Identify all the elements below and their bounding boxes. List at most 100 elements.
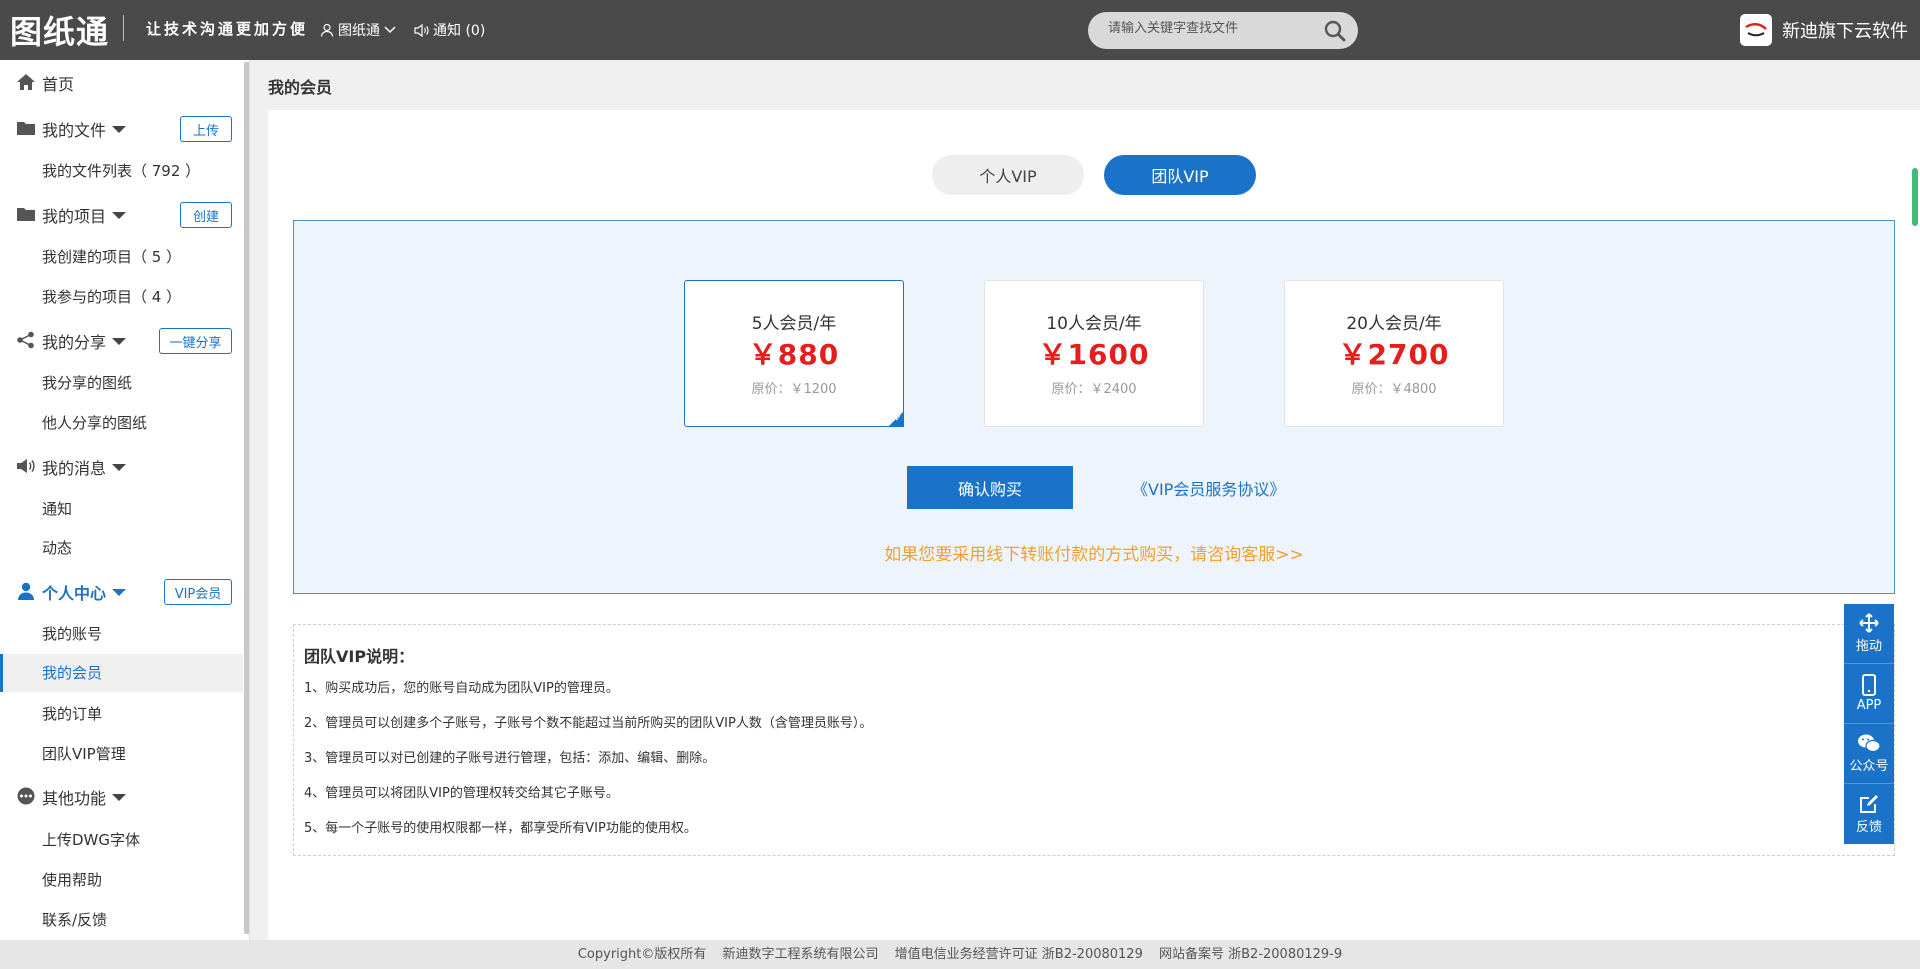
note-item: 4、管理员可以将团队VIP的管理权转交给其它子账号。 [304, 786, 619, 801]
floating-toolbar: 拖动 APP 公众号 反馈 [1844, 604, 1894, 844]
speaker-icon [17, 459, 35, 473]
plan-original-price: 原价：￥2400 [1051, 382, 1137, 397]
checkmark-icon: ✓ [894, 414, 902, 424]
caret-down-icon [112, 464, 126, 471]
plan-name: 10人会员/年 [1046, 314, 1142, 334]
search-input[interactable] [1108, 21, 1308, 36]
sidebar-section-label: 我的项目 [42, 207, 107, 226]
sidebar-item-orders[interactable]: 我的订单 [0, 695, 243, 733]
feedback-label: 反馈 [1855, 819, 1882, 835]
caret-down-icon [112, 589, 126, 596]
plan-card-5[interactable]: 5人会员/年 ￥880 原价：￥1200 ✓ [684, 280, 904, 427]
phone-icon [1862, 674, 1876, 696]
user-menu[interactable]: 图纸通 [320, 20, 396, 40]
plan-card-20[interactable]: 20人会员/年 ￥2700 原价：￥4800 [1284, 280, 1504, 427]
sidebar-section-label: 我的消息 [42, 459, 107, 478]
vip-agreement-link[interactable]: 《VIP会员服务协议》 [1132, 476, 1285, 500]
sidebar-item-account[interactable]: 我的账号 [0, 615, 243, 653]
chevron-down-icon [384, 26, 396, 34]
note-item: 5、每一个子账号的使用权限都一样，都享受所有VIP功能的使用权。 [304, 821, 697, 836]
sidebar-item-home[interactable]: 首页 [0, 66, 240, 98]
app-button[interactable]: APP [1844, 664, 1894, 724]
sidebar: 首页 我的文件 上传 我的文件列表（ 792 ） 我的项目 创建 我创建的项目（… [0, 60, 250, 940]
sidebar-section-label: 我的文件 [42, 121, 107, 140]
plan-original-price: 原价：￥4800 [1351, 382, 1437, 397]
confirm-purchase-button[interactable]: 确认购买 [907, 466, 1073, 509]
share-icon [17, 331, 34, 349]
sidebar-item-membership[interactable]: 我的会员 [0, 654, 243, 692]
tab-personal-vip[interactable]: 个人VIP [932, 155, 1084, 195]
plan-card-10[interactable]: 10人会员/年 ￥1600 原价：￥2400 [984, 280, 1204, 427]
sidebar-item-created-projects[interactable]: 我创建的项目（ 5 ） [0, 238, 243, 276]
sidebar-scrollbar[interactable] [244, 62, 249, 934]
vip-member-button[interactable]: VIP会员 [164, 579, 232, 605]
note-item: 1、购买成功后，您的账号自动成为团队VIP的管理员。 [304, 681, 619, 696]
note-item: 3、管理员可以对已创建的子账号进行管理，包括：添加、编辑、删除。 [304, 751, 716, 766]
content-scrollbar[interactable] [1912, 168, 1918, 226]
quick-share-button[interactable]: 一键分享 [159, 328, 232, 354]
footer-icp[interactable]: 网站备案号 浙B2-20080129-9 [1159, 947, 1342, 962]
top-bar: 图纸通 让技术沟通更加方便 图纸通 通知 (0) 新迪旗下云软件 [0, 0, 1920, 60]
user-icon [18, 582, 34, 600]
search-box [1088, 12, 1358, 49]
caret-down-icon [112, 338, 126, 345]
drag-button[interactable]: 拖动 [1844, 604, 1894, 664]
create-project-button[interactable]: 创建 [180, 202, 232, 228]
sidebar-item-help[interactable]: 使用帮助 [0, 861, 243, 899]
slogan: 让技术沟通更加方便 [146, 20, 309, 38]
team-vip-notes: 团队VIP说明： 1、购买成功后，您的账号自动成为团队VIP的管理员。 2、管理… [293, 624, 1895, 856]
footer: Copyright©版权所有 新迪数字工程系统有限公司 增值电信业务经营许可证 … [0, 940, 1920, 969]
home-icon [17, 74, 35, 90]
more-icon [17, 787, 35, 805]
feedback-button[interactable]: 反馈 [1844, 784, 1894, 844]
sidebar-section-messages[interactable]: 我的消息 [0, 450, 240, 482]
sidebar-item-contact[interactable]: 联系/反馈 [0, 901, 243, 939]
plan-name: 20人会员/年 [1346, 314, 1442, 334]
page-title: 我的会员 [268, 78, 333, 97]
plan-original-price: 原价：￥1200 [751, 382, 837, 397]
user-icon [320, 23, 334, 37]
plan-price: ￥880 [748, 338, 840, 371]
tab-team-vip[interactable]: 团队VIP [1104, 155, 1256, 195]
sidebar-item-activity[interactable]: 动态 [0, 529, 243, 567]
brand-label: 新迪旗下云软件 [1782, 21, 1908, 42]
sidebar-item-joined-projects[interactable]: 我参与的项目（ 4 ） [0, 278, 243, 316]
wechat-icon [1858, 734, 1881, 753]
app-label: APP [1856, 698, 1882, 713]
logo-text: 图纸通 [10, 13, 110, 51]
caret-down-icon [112, 794, 126, 801]
brand[interactable]: 新迪旗下云软件 [1740, 14, 1908, 46]
wechat-button[interactable]: 公众号 [1844, 724, 1894, 784]
sidebar-item-file-list[interactable]: 我的文件列表（ 792 ） [0, 152, 243, 190]
folder-icon [17, 208, 35, 221]
sidebar-item-label: 首页 [42, 75, 75, 94]
notice-link[interactable]: 通知 (0) [414, 20, 485, 40]
move-icon [1859, 613, 1879, 633]
plan-price: ￥1600 [1038, 338, 1150, 371]
offline-payment-link[interactable]: 如果您要采用线下转账付款的方式购买，请咨询客服>> [293, 540, 1895, 565]
divider [123, 15, 124, 41]
plan-name: 5人会员/年 [751, 314, 837, 334]
sidebar-item-team-vip[interactable]: 团队VIP管理 [0, 735, 243, 773]
sidebar-section-label: 其他功能 [42, 789, 107, 808]
sidebar-item-others-shared[interactable]: 他人分享的图纸 [0, 404, 243, 442]
note-item: 2、管理员可以创建多个子账号，子账号个数不能超过当前所购买的团队VIP人数（含管… [304, 716, 873, 731]
footer-company[interactable]: 新迪数字工程系统有限公司 [723, 947, 879, 962]
sidebar-item-dwg-fonts[interactable]: 上传DWG字体 [0, 821, 243, 859]
user-menu-label: 图纸通 [338, 23, 380, 39]
logo[interactable]: 图纸通 [10, 10, 110, 51]
sidebar-section-label: 个人中心 [42, 584, 107, 603]
speaker-icon [414, 23, 429, 37]
search-icon[interactable] [1324, 20, 1346, 42]
brand-logo-icon [1740, 14, 1772, 46]
sidebar-item-my-shared[interactable]: 我分享的图纸 [0, 364, 243, 402]
sidebar-item-notices[interactable]: 通知 [0, 490, 243, 528]
edit-icon [1860, 794, 1878, 813]
sidebar-section-other[interactable]: 其他功能 [0, 780, 240, 812]
caret-down-icon [112, 126, 126, 133]
sidebar-section-label: 我的分享 [42, 333, 107, 352]
drag-label: 拖动 [1855, 639, 1882, 654]
notice-label: 通知 (0) [433, 23, 486, 39]
upload-button[interactable]: 上传 [180, 116, 232, 142]
wechat-label: 公众号 [1849, 759, 1889, 774]
